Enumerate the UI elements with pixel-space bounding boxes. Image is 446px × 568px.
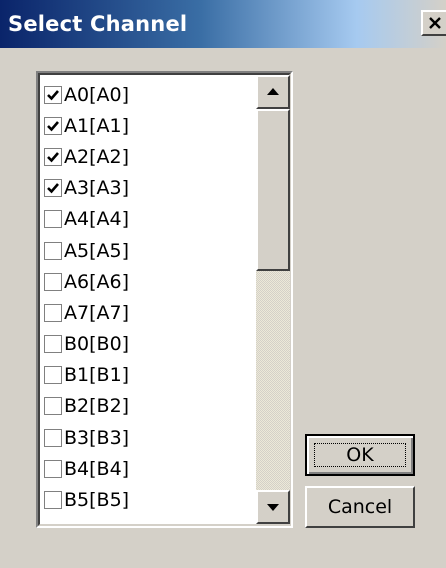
channel-list: A0[A0] A1[A1] A2[A2] A3[A3] A4[A4] A5[A5] A6[A… bbox=[44, 79, 254, 516]
select-channel-dialog: Select Channel A0[A0] A1[A1] A2[A2] A3[A3] A… bbox=[0, 0, 446, 568]
channel-checkbox[interactable] bbox=[44, 491, 62, 510]
window-title: Select Channel bbox=[8, 12, 188, 36]
scroll-thumb[interactable] bbox=[256, 109, 290, 271]
channel-item[interactable]: B0[B0] bbox=[44, 329, 254, 360]
channel-item[interactable]: A3[A3] bbox=[44, 173, 254, 204]
checkmark-icon bbox=[47, 152, 59, 163]
channel-item[interactable]: B1[B1] bbox=[44, 360, 254, 391]
checkmark-icon bbox=[47, 120, 59, 132]
channel-checkbox[interactable] bbox=[44, 459, 62, 478]
listbox-scrollbar[interactable] bbox=[256, 75, 290, 524]
cancel-button-label: Cancel bbox=[327, 496, 393, 518]
channel-checkbox[interactable] bbox=[44, 210, 62, 229]
close-icon bbox=[429, 17, 441, 29]
channel-item[interactable]: A0[A0] bbox=[44, 79, 254, 110]
title-bar[interactable]: Select Channel bbox=[0, 0, 446, 48]
channel-item[interactable]: A4[A4] bbox=[44, 204, 254, 235]
channel-checkbox[interactable] bbox=[44, 335, 62, 354]
channel-listbox[interactable]: A0[A0] A1[A1] A2[A2] A3[A3] A4[A4] A5[A5] A6[A… bbox=[36, 71, 293, 528]
scroll-down-arrow-icon bbox=[267, 504, 279, 511]
channel-item[interactable]: A2[A2] bbox=[44, 141, 254, 172]
scroll-up-arrow-icon bbox=[267, 88, 279, 95]
channel-checkbox[interactable] bbox=[44, 116, 62, 135]
channel-checkbox[interactable] bbox=[44, 272, 62, 291]
ok-button[interactable]: OK bbox=[305, 434, 415, 476]
channel-label: A2[A2] bbox=[64, 145, 129, 168]
channel-label: A3[A3] bbox=[64, 177, 129, 200]
channel-label: A0[A0] bbox=[64, 83, 129, 106]
channel-label: A4[A4] bbox=[64, 208, 129, 231]
channel-label: B0[B0] bbox=[64, 333, 130, 356]
channel-checkbox[interactable] bbox=[44, 85, 62, 104]
channel-item[interactable]: A5[A5] bbox=[44, 235, 254, 266]
scroll-up-button[interactable] bbox=[256, 75, 290, 109]
channel-checkbox[interactable] bbox=[44, 147, 62, 166]
scroll-down-button[interactable] bbox=[256, 490, 290, 524]
channel-checkbox[interactable] bbox=[44, 241, 62, 260]
channel-checkbox[interactable] bbox=[44, 366, 62, 385]
channel-label: A1[A1] bbox=[64, 114, 129, 137]
channel-label: A5[A5] bbox=[64, 239, 129, 262]
channel-label: B1[B1] bbox=[64, 364, 130, 387]
channel-item[interactable]: B3[B3] bbox=[44, 422, 254, 453]
channel-label: B4[B4] bbox=[64, 457, 130, 480]
channel-label: A6[A6] bbox=[64, 270, 129, 293]
channel-label: B3[B3] bbox=[64, 426, 130, 449]
close-button[interactable] bbox=[421, 10, 446, 36]
channel-label: B2[B2] bbox=[64, 395, 130, 418]
channel-item[interactable]: B4[B4] bbox=[44, 453, 254, 484]
cancel-button[interactable]: Cancel bbox=[305, 486, 415, 528]
channel-label: A7[A7] bbox=[64, 301, 129, 324]
channel-item[interactable]: B5[B5] bbox=[44, 484, 254, 515]
channel-item[interactable]: A1[A1] bbox=[44, 110, 254, 141]
channel-label: B5[B5] bbox=[64, 489, 130, 512]
checkmark-icon bbox=[47, 183, 59, 194]
channel-checkbox[interactable] bbox=[44, 428, 62, 447]
channel-checkbox[interactable] bbox=[44, 303, 62, 322]
checkmark-icon bbox=[47, 89, 59, 101]
channel-item[interactable]: A7[A7] bbox=[44, 297, 254, 328]
channel-item[interactable]: A6[A6] bbox=[44, 266, 254, 297]
channel-checkbox[interactable] bbox=[44, 397, 62, 416]
channel-checkbox[interactable] bbox=[44, 179, 62, 198]
channel-item[interactable]: B2[B2] bbox=[44, 391, 254, 422]
ok-button-label: OK bbox=[346, 444, 374, 466]
